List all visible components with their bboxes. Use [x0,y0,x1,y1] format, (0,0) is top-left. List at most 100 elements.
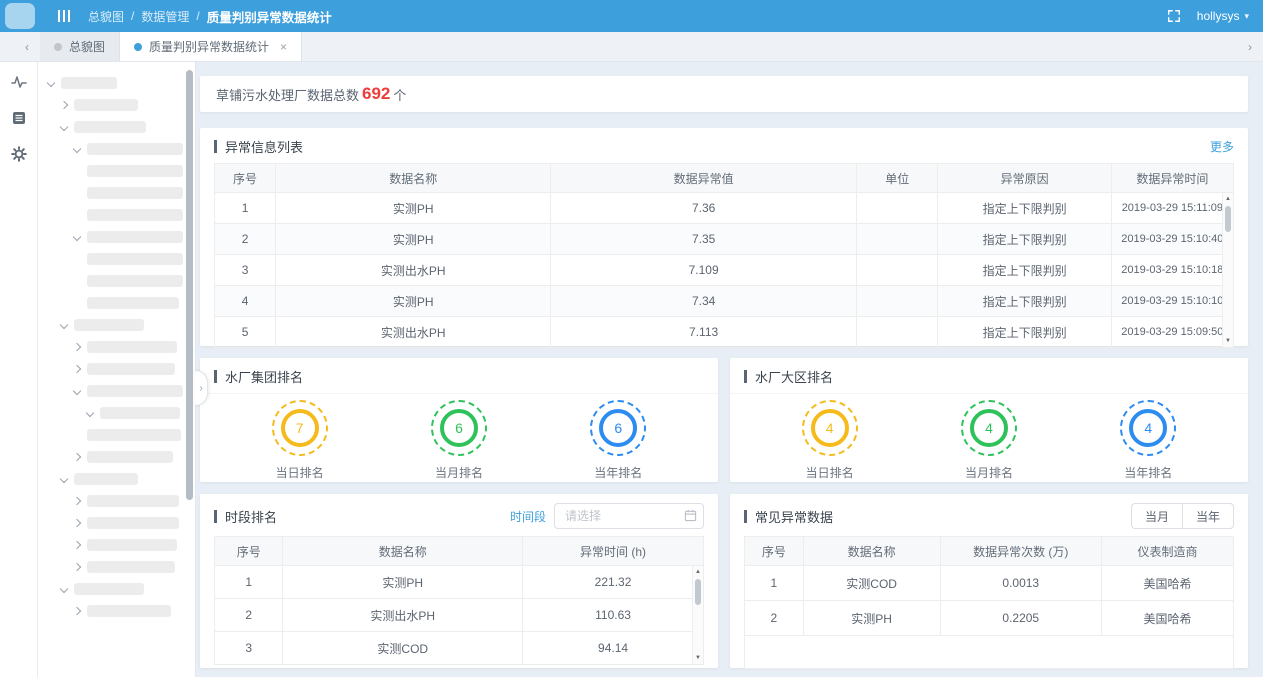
fullscreen-icon[interactable] [1167,9,1181,23]
table-row[interactable]: 3 实测出水PH 7.109 指定上下限判别 2019-03-29 15:10:… [215,255,1234,286]
tree-item[interactable] [38,182,183,204]
scroll-down-icon[interactable]: ▼ [693,653,703,663]
breadcrumb-item-overview[interactable]: 总貌图 [88,8,124,25]
cell-reason: 指定上下限判别 [938,193,1111,224]
tree-item[interactable] [38,402,183,424]
table-row[interactable]: 1 实测COD 0.0013 美国哈希 [745,566,1234,601]
chevron-right-icon[interactable] [73,519,81,527]
tree-item[interactable] [38,94,183,116]
tab-bar: ‹ 总貌图 质量判别异常数据统计 × › [0,32,1263,62]
current-year-button[interactable]: 当年 [1182,503,1234,529]
tree-item[interactable] [38,248,183,270]
tree-item[interactable] [38,204,183,226]
chevron-right-icon[interactable] [73,607,81,615]
chevron-right-icon[interactable] [73,497,81,505]
chevron-down-icon[interactable] [60,475,68,483]
table-row[interactable]: 1 实测PH 7.36 指定上下限判别 2019-03-29 15:11:09 [215,193,1234,224]
scroll-up-icon[interactable]: ▲ [693,567,703,577]
tree-item[interactable] [38,380,183,402]
user-menu[interactable]: hollysys ▾ [1197,9,1249,23]
col-header: 数据名称 [283,537,523,566]
current-month-button[interactable]: 当月 [1131,503,1182,529]
tab-quality-abnormal-stats[interactable]: 质量判别异常数据统计 × [120,32,302,61]
tree-item[interactable] [38,336,183,358]
app-logo [5,3,35,29]
tree-item[interactable] [38,292,183,314]
tree-item[interactable] [38,578,183,600]
tree-item[interactable] [38,358,183,380]
table-row[interactable]: 1 实测PH 221.32 [215,566,704,599]
table-scrollbar[interactable]: ▲ ▼ [692,566,703,664]
tree-item[interactable] [38,600,183,622]
tree-item[interactable] [38,226,183,248]
tab-scroll-left-icon[interactable]: ‹ [14,32,40,61]
table-scrollbar[interactable]: ▲ ▼ [1222,193,1233,347]
col-header: 数据异常值 [551,164,857,193]
activity-waveform-icon[interactable] [11,74,27,90]
tree-item[interactable] [38,490,183,512]
settings-gear-icon[interactable] [11,146,27,162]
tab-scroll-right-icon[interactable]: › [1237,32,1263,62]
table-header-row: 序号 数据名称 异常时间 (h) [215,537,704,566]
tree-item[interactable] [38,534,183,556]
chevron-right-icon[interactable] [73,563,81,571]
tree-item[interactable] [38,138,183,160]
tree-item[interactable] [38,270,183,292]
chevron-down-icon[interactable] [60,123,68,131]
tree-item[interactable] [38,446,183,468]
cell-seq: 5 [215,317,276,348]
summary-card: 草铺污水处理厂数据总数 692 个 [200,76,1248,112]
table-row[interactable]: 2 实测出水PH 110.63 [215,599,704,632]
table-row[interactable]: 2 实测PH 7.35 指定上下限判别 2019-03-29 15:10:40 [215,224,1234,255]
chevron-right-icon[interactable] [60,101,68,109]
chevron-down-icon[interactable] [60,321,68,329]
scrollbar-thumb[interactable] [695,579,701,605]
chevron-right-icon[interactable] [73,365,81,373]
cell-seq: 2 [745,601,804,636]
cell-seq: 3 [215,255,276,286]
time-range-select[interactable] [554,503,704,529]
chevron-down-icon[interactable] [86,409,94,417]
cell-time: 2019-03-29 15:09:50 [1111,317,1233,348]
scroll-down-icon[interactable]: ▼ [1223,336,1233,346]
cell-data-name: 实测PH [276,286,551,317]
tab-overview[interactable]: 总貌图 [40,32,120,61]
tree-item[interactable] [38,314,183,336]
more-link[interactable]: 更多 [1210,138,1234,155]
scroll-up-icon[interactable]: ▲ [1223,194,1233,204]
sidebar-scrollbar[interactable] [186,70,193,669]
chevron-down-icon[interactable] [73,233,81,241]
tree-item[interactable] [38,116,183,138]
scrollbar-thumb[interactable] [1225,206,1231,232]
chevron-down-icon[interactable] [73,387,81,395]
scrollbar-thumb[interactable] [186,70,193,500]
table-row[interactable]: 5 实测出水PH 7.113 指定上下限判别 2019-03-29 15:09:… [215,317,1234,348]
chevron-down-icon[interactable] [73,145,81,153]
data-list-icon[interactable] [11,110,27,126]
time-range-input[interactable] [554,503,704,529]
breadcrumb-item-data-management[interactable]: 数据管理 [141,8,189,25]
cell-time: 2019-03-29 15:11:09 [1111,193,1233,224]
table-row[interactable]: 2 实测PH 0.2205 美国哈希 [745,601,1234,636]
chevron-right-icon[interactable] [73,541,81,549]
rank-value: 7 [281,409,319,447]
tree-item[interactable] [38,556,183,578]
tree-item[interactable] [38,160,183,182]
rank-ring: 4 [1120,400,1176,456]
chevron-right-icon[interactable] [73,343,81,351]
col-header: 数据名称 [803,537,940,566]
chevron-down-icon[interactable] [47,79,55,87]
tree-item[interactable] [38,424,183,446]
table-row[interactable]: 3 实测COD 94.14 [215,632,704,665]
table-row[interactable]: 4 实测PH 7.34 指定上下限判别 2019-03-29 15:10:10 [215,286,1234,317]
chevron-down-icon[interactable] [60,585,68,593]
redacted-tree-label [87,429,181,441]
tab-close-icon[interactable]: × [280,40,287,54]
title-bar-decoration [744,510,747,523]
summary-count: 692 [362,84,390,104]
tree-item[interactable] [38,72,183,94]
chevron-right-icon[interactable] [73,453,81,461]
tree-item[interactable] [38,468,183,490]
menu-toggle-icon[interactable] [58,10,70,22]
tree-item[interactable] [38,512,183,534]
